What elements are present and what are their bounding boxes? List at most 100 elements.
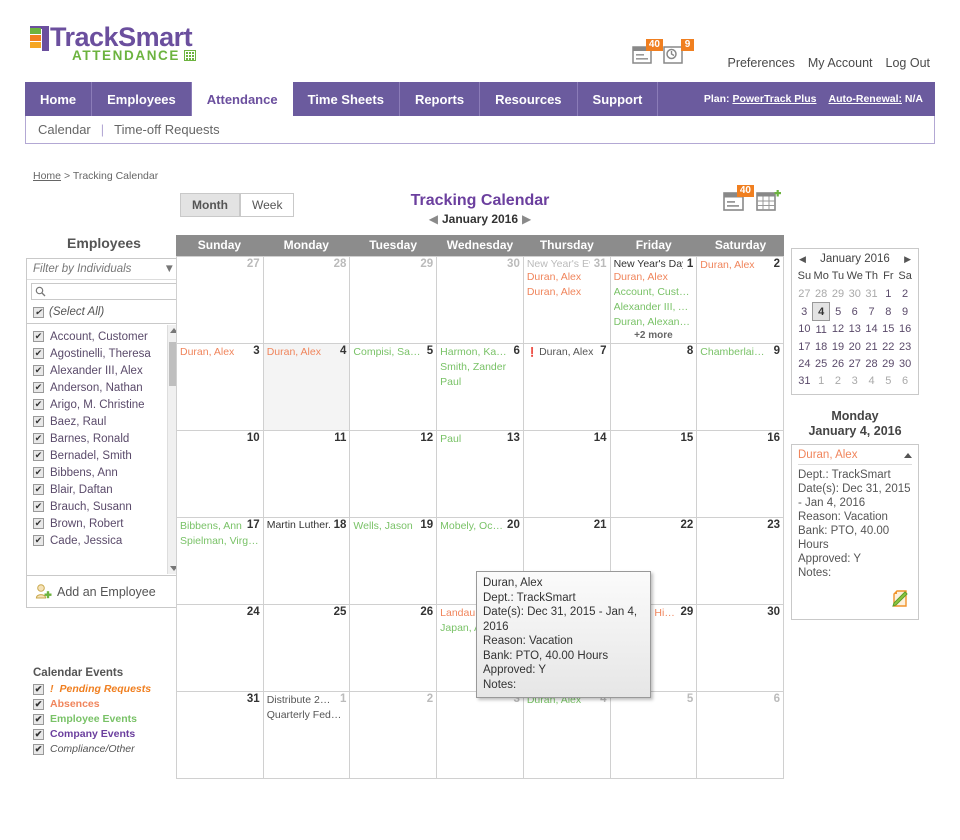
calendar-day-cell[interactable]: 12	[350, 431, 438, 518]
employee-checkbox[interactable]	[33, 450, 44, 461]
nav-tab-time-sheets[interactable]: Time Sheets	[293, 82, 400, 116]
nav-tab-reports[interactable]: Reports	[400, 82, 481, 116]
nav-tab-employees[interactable]: Employees	[92, 82, 192, 116]
calendar-day-cell[interactable]: 3 Duran, Alex	[177, 344, 264, 431]
view-week-button[interactable]: Week	[239, 193, 295, 217]
mini-calendar-day[interactable]: 17	[796, 338, 813, 355]
mini-calendar-day[interactable]: 27	[796, 285, 813, 303]
subnav-calendar[interactable]: Calendar	[38, 122, 91, 137]
list-item[interactable]: Barnes, Ronald	[27, 430, 181, 447]
mini-calendar-day[interactable]: 21	[863, 338, 880, 355]
calendar-day-cell[interactable]: 1 Distribute 2015 ...Quarterly Federal...	[263, 692, 351, 779]
mini-calendar-day[interactable]: 10	[796, 321, 813, 339]
calendar-event[interactable]: Spielman, Virginia	[180, 534, 260, 549]
calendar-event[interactable]: Alexander III, Alex	[614, 300, 694, 315]
mini-calendar-day[interactable]: 25	[813, 355, 830, 372]
legend-checkbox[interactable]	[33, 683, 44, 695]
list-item[interactable]: Anderson, Nathan	[27, 379, 181, 396]
mini-calendar-day[interactable]: 28	[813, 285, 830, 303]
calendar-requests-button[interactable]: 40	[723, 185, 754, 211]
calendar-day-cell[interactable]: 6 Harmon, Kathele...Smith, ZanderPaul	[437, 344, 524, 431]
mini-calendar-day[interactable]: 8	[880, 303, 897, 321]
calendar-day-cell[interactable]: 10	[177, 431, 264, 518]
calendar-notifications-button[interactable]: 40	[632, 39, 663, 65]
employee-checkbox[interactable]	[33, 433, 44, 444]
mini-calendar-day[interactable]: 31	[796, 372, 813, 389]
mini-calendar-day[interactable]: 15	[880, 321, 897, 339]
calendar-day-cell[interactable]: 30	[697, 605, 784, 692]
calendar-day-cell[interactable]: 26	[350, 605, 438, 692]
calendar-event[interactable]: Bibbens, Ann	[180, 519, 243, 534]
subnav-timeoff-requests[interactable]: Time-off Requests	[114, 122, 220, 137]
list-item[interactable]: Blair, Daftan	[27, 481, 181, 498]
calendar-event[interactable]: Paul	[440, 432, 503, 447]
nav-tab-attendance[interactable]: Attendance	[191, 82, 293, 116]
mini-calendar-day[interactable]: 13	[846, 321, 863, 339]
calendar-day-cell[interactable]: 23	[697, 518, 784, 605]
more-events-link[interactable]: +2 more	[614, 330, 694, 341]
employee-checkbox[interactable]	[33, 416, 44, 427]
list-item[interactable]: Agostinelli, Theresa	[27, 345, 181, 362]
prev-month-icon[interactable]: ◀	[425, 212, 442, 226]
mini-calendar-day[interactable]: 26	[830, 355, 847, 372]
tracksmart-logo[interactable]: Track Smart ATTENDANCE	[30, 24, 196, 63]
mini-calendar-day[interactable]: 5	[830, 303, 847, 321]
calendar-event[interactable]: Duran, Alex	[614, 270, 694, 285]
mini-calendar-day[interactable]: 6	[897, 372, 914, 389]
my-account-link[interactable]: My Account	[808, 56, 873, 70]
select-all-checkbox[interactable]	[33, 306, 44, 318]
mini-calendar-day[interactable]: 24	[796, 355, 813, 372]
calendar-day-cell[interactable]: 18Martin Luther...	[263, 518, 351, 605]
calendar-day-cell[interactable]: 19 Wells, Jason	[350, 518, 438, 605]
calendar-day-cell[interactable]: 25	[263, 605, 351, 692]
calendar-event[interactable]: Distribute 2015 ...	[267, 693, 336, 708]
calendar-day-cell[interactable]: 24	[177, 605, 264, 692]
employee-list[interactable]: Account, Customer Agostinelli, Theresa A…	[26, 324, 182, 576]
mini-prev-month-icon[interactable]: ◀	[799, 254, 806, 265]
calendar-day-cell[interactable]: 7 Duran, Alex	[523, 344, 611, 431]
employee-checkbox[interactable]	[33, 365, 44, 376]
next-month-icon[interactable]: ▶	[518, 212, 535, 226]
mini-calendar-day[interactable]: 1	[880, 285, 897, 303]
select-all-row[interactable]: (Select All)	[27, 303, 181, 323]
mini-calendar-day[interactable]: 2	[830, 372, 847, 389]
calendar-day-cell[interactable]: 15	[610, 431, 698, 518]
employee-checkbox[interactable]	[33, 535, 44, 546]
list-item[interactable]: Arigo, M. Christine	[27, 396, 181, 413]
mini-calendar-selected-day[interactable]: 4	[812, 302, 831, 321]
list-item[interactable]: Cade, Jessica	[27, 532, 181, 549]
calendar-day-cell[interactable]: 17 Bibbens, Ann Spielman, Virginia	[177, 518, 264, 605]
calendar-event[interactable]: Duran, Alex	[527, 285, 607, 300]
calendar-event[interactable]: Duran, Alex	[700, 258, 769, 273]
mini-calendar-day[interactable]: 22	[880, 338, 897, 355]
calendar-event[interactable]: Duran, Alex	[527, 345, 596, 360]
list-item[interactable]: Bernadel, Smith	[27, 447, 181, 464]
add-employee-button[interactable]: Add an Employee	[26, 576, 182, 608]
employee-checkbox[interactable]	[33, 501, 44, 512]
filter-by-individuals-dropdown[interactable]: Filter by Individuals ▼	[27, 259, 181, 280]
mini-calendar-day[interactable]: 31	[863, 285, 880, 303]
list-item[interactable]: Brown, Robert	[27, 515, 181, 532]
calendar-day-cell[interactable]: 2 Duran, Alex	[697, 257, 784, 344]
log-out-link[interactable]: Log Out	[886, 56, 930, 70]
employee-checkbox[interactable]	[33, 399, 44, 410]
legend-checkbox[interactable]	[33, 743, 44, 755]
calendar-event[interactable]: Duran, Alex	[267, 345, 336, 360]
mini-calendar-day[interactable]: 2	[897, 285, 914, 303]
preferences-link[interactable]: Preferences	[727, 56, 794, 70]
mini-calendar-day[interactable]: 14	[863, 321, 880, 339]
mini-calendar-day[interactable]: 29	[880, 355, 897, 372]
calendar-day-cell[interactable]: 4 Duran, Alex	[263, 344, 351, 431]
breadcrumb-home-link[interactable]: Home	[33, 170, 61, 182]
calendar-day-cell[interactable]: 9 Chamberlain, Emily	[697, 344, 784, 431]
calendar-day-cell[interactable]: 8	[610, 344, 698, 431]
calendar-day-cell[interactable]: 29	[350, 257, 438, 344]
collapse-caret-icon[interactable]	[904, 452, 912, 458]
mini-calendar-day[interactable]: 3	[796, 303, 813, 321]
view-month-button[interactable]: Month	[180, 193, 240, 217]
calendar-event[interactable]: Duran, Alex	[180, 345, 249, 360]
pending-requests-button[interactable]: 9	[663, 39, 694, 65]
calendar-day-cell[interactable]: 14	[523, 431, 611, 518]
mini-calendar-day[interactable]: 5	[880, 372, 897, 389]
mini-calendar-day[interactable]: 6	[846, 303, 863, 321]
